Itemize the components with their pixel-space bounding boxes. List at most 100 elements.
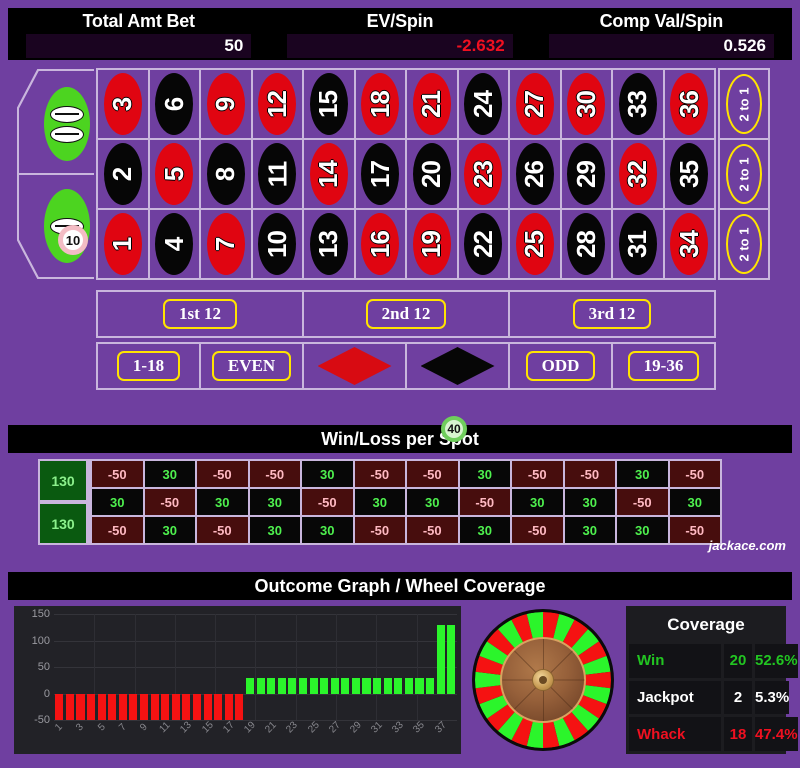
bet-spot-18[interactable]: 18 bbox=[355, 70, 405, 138]
number-label: 10 bbox=[261, 230, 292, 258]
bar-slot bbox=[308, 614, 319, 720]
bet-spot-17[interactable]: 17 bbox=[355, 140, 405, 208]
bar bbox=[235, 693, 244, 720]
bar bbox=[140, 693, 149, 720]
bar-slot bbox=[171, 614, 182, 720]
bet-spot-8[interactable]: 8 bbox=[201, 140, 251, 208]
column-bet-2[interactable]: 2 to 1 bbox=[720, 140, 768, 208]
dozen-bet-label: 1st 12 bbox=[162, 299, 238, 329]
bet-spot-31[interactable]: 31 bbox=[613, 210, 663, 278]
win-loss-cell: 30 bbox=[302, 517, 353, 543]
zero-glyph bbox=[50, 105, 84, 123]
x-tick: 7 bbox=[117, 720, 129, 750]
number-oval: 32 bbox=[618, 143, 657, 205]
bet-spot-1[interactable]: 1 bbox=[98, 210, 148, 278]
win-loss-cell: 30 bbox=[354, 489, 405, 515]
dozen-bet-1[interactable]: 1st 12 bbox=[98, 292, 302, 336]
dozen-bet-label: 2nd 12 bbox=[365, 299, 447, 329]
coverage-title: Coverage bbox=[667, 615, 745, 634]
win-loss-cell: 30 bbox=[459, 517, 510, 543]
bar bbox=[404, 677, 413, 694]
bet-spot-16[interactable]: 16 bbox=[355, 210, 405, 278]
number-oval: 28 bbox=[567, 213, 606, 275]
dozen-bet-3[interactable]: 3rd 12 bbox=[510, 292, 714, 336]
number-oval: 2 bbox=[103, 143, 142, 205]
bet-spot-20[interactable]: 20 bbox=[407, 140, 457, 208]
bet-spot-19[interactable]: 19 bbox=[407, 210, 457, 278]
dozen-bet-2[interactable]: 2nd 12 bbox=[304, 292, 508, 336]
bet-spot-26[interactable]: 26 bbox=[510, 140, 560, 208]
wheel-graphic bbox=[466, 606, 620, 754]
x-tick: 37 bbox=[433, 720, 449, 750]
column-bet-3[interactable]: 2 to 1 bbox=[720, 210, 768, 278]
bet-spot-5[interactable]: 5 bbox=[149, 140, 199, 208]
chip-on-black[interactable]: 40 bbox=[441, 416, 467, 442]
bet-spot-22[interactable]: 22 bbox=[458, 210, 508, 278]
bet-spot-00[interactable] bbox=[42, 74, 92, 174]
number-label: 22 bbox=[467, 230, 498, 258]
bet-spot-29[interactable]: 29 bbox=[561, 140, 611, 208]
outside-bet-black[interactable] bbox=[407, 344, 508, 388]
bar bbox=[256, 677, 265, 694]
bet-spot-13[interactable]: 13 bbox=[304, 210, 354, 278]
y-axis: 150 100 50 0 -50 bbox=[14, 608, 50, 726]
win-loss-cell: -50 bbox=[459, 489, 510, 515]
outside-bet-red[interactable] bbox=[304, 344, 405, 388]
x-tick: 13 bbox=[179, 720, 195, 750]
bet-spot-23[interactable]: 23 bbox=[458, 140, 508, 208]
number-label: 11 bbox=[261, 161, 292, 187]
bet-spot-36[interactable]: 36 bbox=[664, 70, 714, 138]
bet-spot-24[interactable]: 24 bbox=[458, 70, 508, 138]
bar bbox=[108, 693, 117, 720]
outside-bet-1-18[interactable]: 1-18 bbox=[98, 344, 199, 388]
bar-slot bbox=[213, 614, 224, 720]
chip-on-zero-split[interactable]: 10 bbox=[58, 225, 88, 255]
outside-bet-label: ODD bbox=[525, 351, 596, 381]
bet-spot-4[interactable]: 4 bbox=[149, 210, 199, 278]
number-oval: 36 bbox=[670, 73, 709, 135]
number-oval: 10 bbox=[258, 213, 297, 275]
coverage-rows: Win 20 52.6% Jackpot 2 5.3% Whack 18 47.4% bbox=[629, 641, 798, 752]
win-loss-cell: -50 bbox=[564, 461, 615, 487]
win-loss-cell: -50 bbox=[669, 461, 720, 487]
number-oval: 16 bbox=[361, 213, 400, 275]
number-oval: 1 bbox=[103, 213, 142, 275]
bet-spot-15[interactable]: 15 bbox=[304, 70, 354, 138]
column-bet-1[interactable]: 2 to 1 bbox=[720, 70, 768, 138]
bar bbox=[426, 677, 435, 694]
bet-spot-6[interactable]: 6 bbox=[149, 70, 199, 138]
bet-spot-3[interactable]: 3 bbox=[98, 70, 148, 138]
bet-spot-10[interactable]: 10 bbox=[252, 210, 302, 278]
x-tick bbox=[319, 720, 330, 750]
x-tick: 5 bbox=[96, 720, 108, 750]
stats-header: Total Amt Bet 50 EV/Spin -2.632 Comp Val… bbox=[8, 8, 792, 60]
bet-spot-27[interactable]: 27 bbox=[510, 70, 560, 138]
number-label: 20 bbox=[416, 160, 447, 188]
bar bbox=[394, 677, 403, 694]
bet-spot-25[interactable]: 25 bbox=[510, 210, 560, 278]
win-loss-cell: -50 bbox=[92, 461, 143, 487]
stat-label: Total Amt Bet bbox=[82, 11, 195, 31]
bar-slot bbox=[435, 614, 446, 720]
bet-spot-35[interactable]: 35 bbox=[664, 140, 714, 208]
bet-spot-12[interactable]: 12 bbox=[252, 70, 302, 138]
bet-spot-28[interactable]: 28 bbox=[561, 210, 611, 278]
bet-spot-32[interactable]: 32 bbox=[613, 140, 663, 208]
bet-spot-33[interactable]: 33 bbox=[613, 70, 663, 138]
bet-spot-34[interactable]: 34 bbox=[664, 210, 714, 278]
bar bbox=[373, 677, 382, 694]
outside-bet-19-36[interactable]: 19-36 bbox=[613, 344, 714, 388]
bet-spot-11[interactable]: 11 bbox=[252, 140, 302, 208]
bet-spot-9[interactable]: 9 bbox=[201, 70, 251, 138]
outside-bet-odd[interactable]: ODD bbox=[510, 344, 611, 388]
bet-spot-7[interactable]: 7 bbox=[201, 210, 251, 278]
coverage-row-whack: Whack 18 47.4% bbox=[629, 717, 798, 752]
x-tick: 21 bbox=[263, 720, 279, 750]
coverage-label: Whack bbox=[629, 717, 721, 752]
bet-spot-14[interactable]: 14 bbox=[304, 140, 354, 208]
x-tick bbox=[234, 720, 245, 750]
bet-spot-30[interactable]: 30 bbox=[561, 70, 611, 138]
bet-spot-21[interactable]: 21 bbox=[407, 70, 457, 138]
outside-bet-even[interactable]: EVEN bbox=[201, 344, 302, 388]
bet-spot-2[interactable]: 2 bbox=[98, 140, 148, 208]
